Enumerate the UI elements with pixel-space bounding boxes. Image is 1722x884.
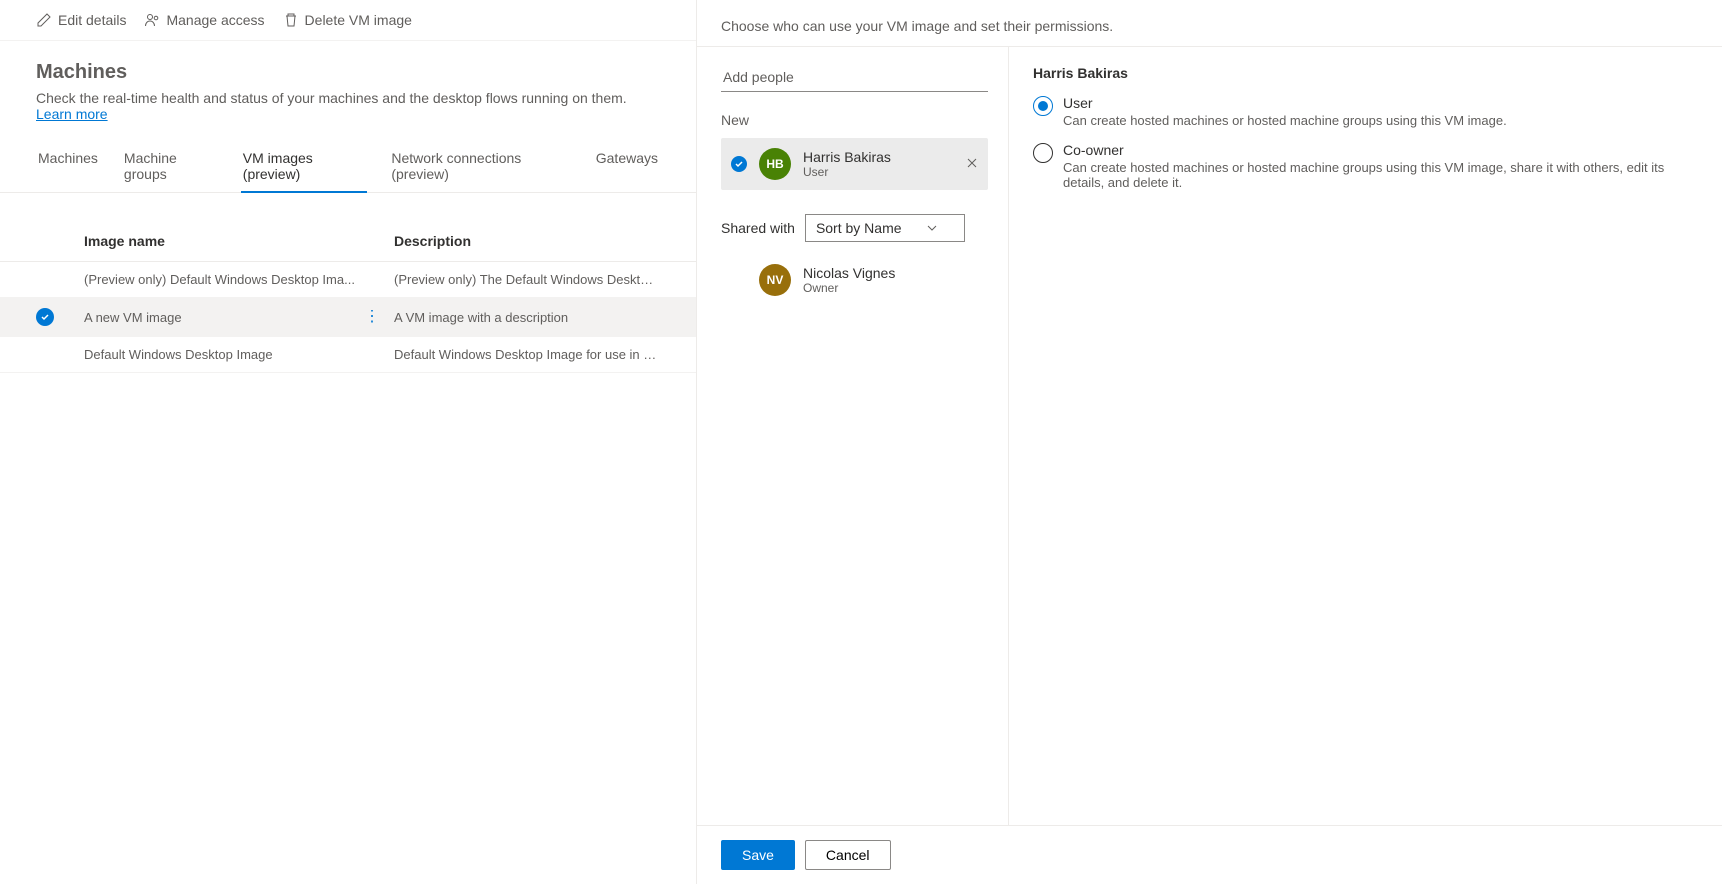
person-name: Nicolas Vignes (803, 265, 895, 281)
page-title: Machines (36, 61, 660, 84)
tab-vm-images[interactable]: VM images (preview) (241, 140, 368, 192)
avatar: HB (759, 148, 791, 180)
check-icon (36, 308, 54, 326)
image-name: (Preview only) Default Windows Desktop I… (84, 272, 394, 287)
page-description: Check the real-time health and status of… (36, 90, 660, 122)
tab-machines[interactable]: Machines (36, 140, 100, 192)
tab-machine-groups[interactable]: Machine groups (122, 140, 219, 192)
manage-access-button[interactable]: Manage access (144, 12, 264, 28)
permission-option-coowner[interactable]: Co-owner Can create hosted machines or h… (1033, 142, 1698, 190)
radio-icon (1033, 143, 1053, 163)
sort-dropdown[interactable]: Sort by Name (805, 214, 965, 242)
person-name: Harris Bakiras (803, 149, 891, 165)
learn-more-link[interactable]: Learn more (36, 106, 108, 122)
permission-description: Can create hosted machines or hosted mac… (1063, 160, 1698, 190)
person-card-shared[interactable]: NV Nicolas Vignes Owner (721, 254, 988, 306)
new-section-label: New (721, 112, 988, 128)
permissions-person-name: Harris Bakiras (1033, 65, 1698, 81)
image-name: A new VM image ⋮ (84, 310, 394, 325)
remove-person-button[interactable] (966, 156, 978, 172)
col-image-name: Image name (84, 233, 394, 249)
add-people-input[interactable] (721, 63, 988, 92)
panel-heading: Choose who can use your VM image and set… (697, 0, 1722, 47)
person-role: Owner (803, 281, 895, 295)
tab-gateways[interactable]: Gateways (594, 140, 660, 192)
permission-option-user[interactable]: User Can create hosted machines or hoste… (1033, 95, 1698, 128)
cancel-button[interactable]: Cancel (805, 840, 891, 870)
image-description: Default Windows Desktop Image for use in… (394, 347, 660, 362)
row-selector[interactable] (36, 308, 84, 326)
tab-network-connections[interactable]: Network connections (preview) (389, 140, 571, 192)
image-description: (Preview only) The Default Windows Deskt… (394, 272, 660, 287)
tabs: Machines Machine groups VM images (previ… (0, 140, 696, 193)
manage-access-label: Manage access (166, 12, 264, 28)
permission-description: Can create hosted machines or hosted mac… (1063, 113, 1507, 128)
table-row[interactable]: A new VM image ⋮ A VM image with a descr… (0, 298, 696, 337)
table-row[interactable]: (Preview only) Default Windows Desktop I… (0, 262, 696, 298)
people-icon (144, 12, 160, 28)
check-icon (731, 156, 747, 172)
pencil-icon (36, 12, 52, 28)
image-description: A VM image with a description (394, 310, 660, 325)
close-icon (966, 157, 978, 169)
permission-label: Co-owner (1063, 142, 1698, 158)
table-header: Image name Description (0, 221, 696, 262)
edit-details-button[interactable]: Edit details (36, 12, 126, 28)
edit-details-label: Edit details (58, 12, 126, 28)
radio-icon (1033, 96, 1053, 116)
chevron-down-icon (926, 222, 938, 234)
toolbar: Edit details Manage access Delete VM ima… (0, 0, 696, 41)
person-role: User (803, 165, 891, 179)
col-description: Description (394, 233, 660, 249)
avatar: NV (759, 264, 791, 296)
person-card-new[interactable]: HB Harris Bakiras User (721, 138, 988, 190)
delete-vm-image-label: Delete VM image (305, 12, 412, 28)
save-button[interactable]: Save (721, 840, 795, 870)
shared-with-label: Shared with (721, 220, 795, 236)
trash-icon (283, 12, 299, 28)
delete-vm-image-button[interactable]: Delete VM image (283, 12, 412, 28)
permission-label: User (1063, 95, 1507, 111)
image-name: Default Windows Desktop Image (84, 347, 394, 362)
table-row[interactable]: Default Windows Desktop Image Default Wi… (0, 337, 696, 373)
